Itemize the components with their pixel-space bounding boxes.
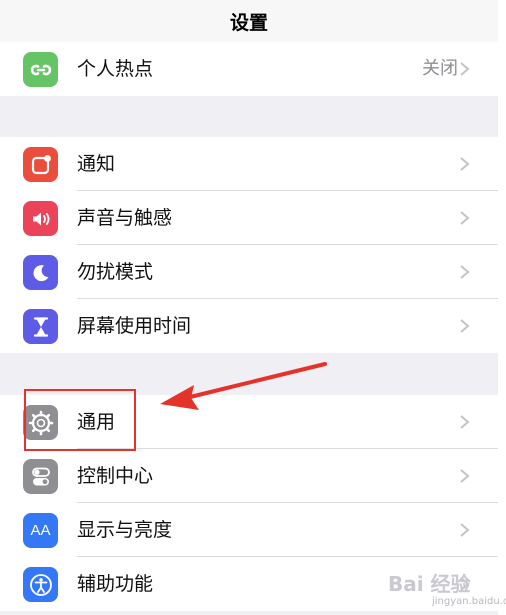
settings-screen: 设置 个人热点 关闭 通知 声音与触感 勿扰模式 屏幕使用时间 通用 控制中心 … [0,0,498,615]
watermark-sub-text: jingyan.baidu.com [432,596,506,607]
annotation-arrow [160,362,327,410]
baidu-jingyan-watermark: Bai 经验 jingyan.baidu.com [388,562,506,612]
screenshot-edge [498,0,506,615]
watermark-main-text: Bai 经验 [388,572,471,596]
